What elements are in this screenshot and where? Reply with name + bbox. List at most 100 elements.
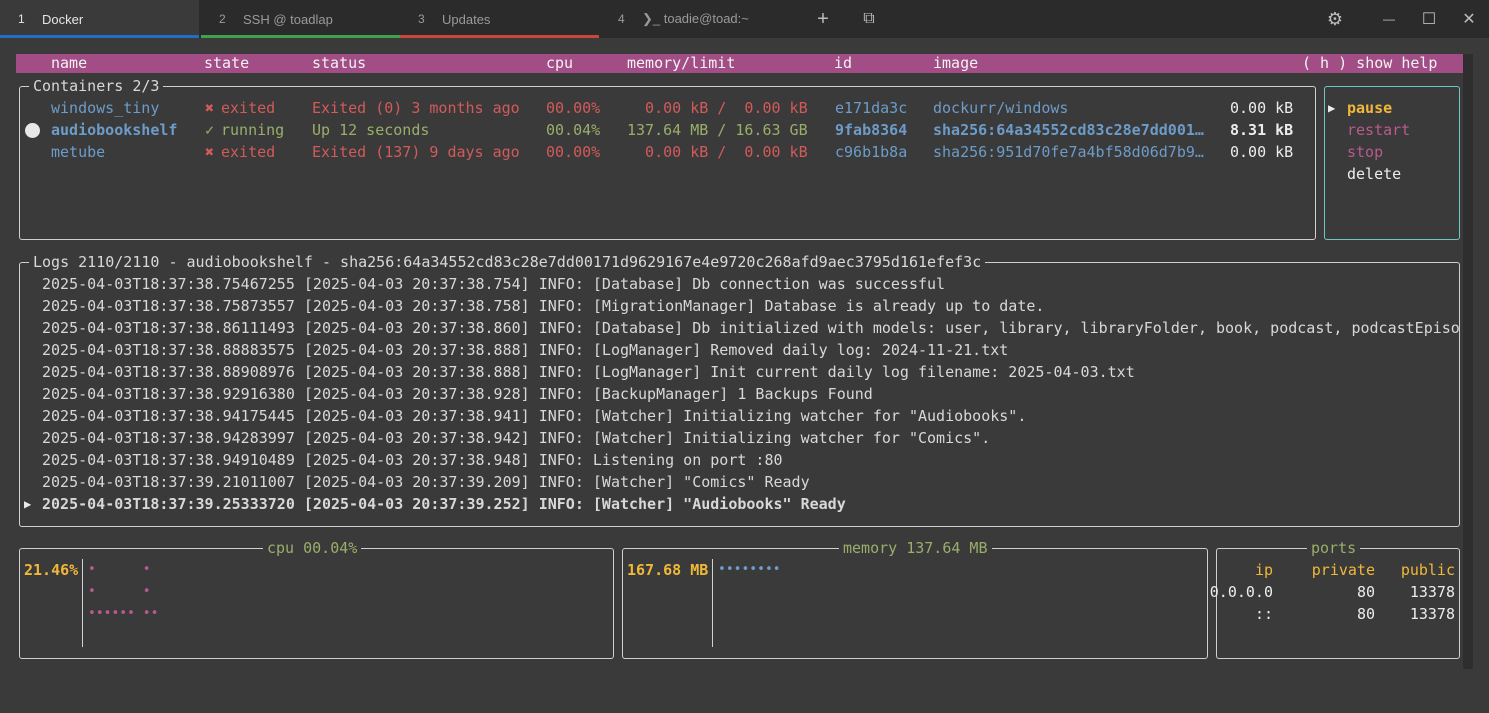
port-ip: 0.0.0.0: [1209, 583, 1273, 601]
container-row[interactable]: metube ✖ exited Exited (137) 9 days ago …: [20, 141, 1315, 163]
memory-graph-axis: [712, 559, 713, 647]
new-tab-button[interactable]: +: [803, 0, 843, 38]
tab-docker[interactable]: 1 Docker: [0, 0, 199, 38]
tab-bar: 1 Docker 2 SSH @ toadlap 3 Updates 4 ❯_ …: [0, 0, 1489, 38]
container-id: e171da3c: [835, 99, 908, 117]
header-id: id: [834, 54, 853, 72]
log-line: 2025-04-03T18:37:38.92916380 [2025-04-03…: [42, 385, 873, 403]
tab-number: 1: [18, 12, 25, 26]
header-name: name: [51, 54, 88, 72]
logs-title: Logs 2110/2110 - audiobookshelf - sha256…: [29, 252, 986, 272]
tab-shell[interactable]: 4 ❯_ toadie@toad:~: [600, 0, 799, 38]
action-delete[interactable]: delete: [1325, 163, 1459, 185]
action-label: restart: [1347, 121, 1411, 139]
container-state: running: [221, 121, 285, 139]
container-status: Up 12 seconds: [312, 121, 430, 139]
tab-label: SSH @ toadlap: [243, 11, 333, 27]
container-cpu: 00.00%: [546, 143, 601, 161]
container-name: windows_tiny: [51, 99, 160, 117]
port-public: 13378: [1409, 583, 1455, 601]
container-image: sha256:951d70fe7a4bf58d06d7b9…: [933, 143, 1204, 161]
minimize-button[interactable]: —: [1369, 0, 1409, 38]
ports-panel: ports ip private public 0.0.0.0 80 13378…: [1210, 538, 1460, 659]
header-cpu: cpu: [546, 54, 574, 72]
action-label: stop: [1347, 143, 1384, 161]
container-state: exited: [221, 99, 276, 117]
container-size: 8.31 kB: [1230, 121, 1294, 139]
port-ip: ::: [1254, 605, 1273, 623]
tab-number: 4: [618, 12, 625, 26]
exited-icon: ✖: [205, 99, 215, 117]
tab-updates[interactable]: 3 Updates: [400, 0, 599, 38]
container-row[interactable]: windows_tiny ✖ exited Exited (0) 3 month…: [20, 97, 1315, 119]
container-row-selected[interactable]: audiobookshelf ✓ running Up 12 seconds 0…: [20, 119, 1315, 141]
ports-header-public: public: [1400, 561, 1455, 579]
port-private: 80: [1356, 605, 1375, 623]
log-line: 2025-04-03T18:37:38.75873557 [2025-04-03…: [42, 297, 1045, 315]
header-status: status: [312, 54, 367, 72]
container-memory: 0.00 kB / 0.00 kB: [627, 99, 808, 117]
tab-label: ❯_ toadie@toad:~: [642, 11, 749, 26]
logs-panel[interactable]: Logs 2110/2110 - audiobookshelf - sha256…: [19, 252, 1460, 527]
ports-header-ip: ip: [1254, 561, 1273, 579]
terminal-scrollbar[interactable]: [1463, 54, 1473, 669]
memory-graph-title: memory 137.64 MB: [839, 538, 992, 558]
log-line-selected: 2025-04-03T18:37:39.25333720 [2025-04-03…: [42, 495, 846, 513]
tab-number: 2: [219, 12, 226, 26]
tab-overview-button[interactable]: ⧉: [849, 0, 889, 38]
container-id: c96b1b8a: [835, 143, 908, 161]
header-memory: memory/limit: [627, 54, 736, 72]
pointer-icon: ▶: [1328, 101, 1336, 115]
close-button[interactable]: ✕: [1449, 0, 1489, 38]
containers-title: Containers 2/3: [29, 76, 164, 96]
log-line: 2025-04-03T18:37:39.21011007 [2025-04-03…: [42, 473, 810, 491]
cpu-graph-title: cpu 00.04%: [263, 538, 362, 558]
plus-icon: +: [817, 7, 829, 30]
containers-panel: Containers 2/3 windows_tiny ✖ exited Exi…: [19, 76, 1316, 240]
log-line: 2025-04-03T18:37:38.94283997 [2025-04-03…: [42, 429, 991, 447]
settings-button[interactable]: ⚙: [1315, 0, 1355, 38]
action-restart[interactable]: restart: [1325, 119, 1459, 141]
terminal[interactable]: name state status cpu memory/limit id im…: [0, 38, 1489, 698]
container-cpu: 00.00%: [546, 99, 601, 117]
tab-overview-icon: ⧉: [863, 10, 875, 27]
close-icon: ✕: [1462, 11, 1476, 28]
container-state: exited: [221, 143, 276, 161]
ports-header-private: private: [1311, 561, 1375, 579]
container-memory: 0.00 kB / 0.00 kB: [627, 143, 808, 161]
actions-panel: ▶ pause restart stop delete: [1324, 86, 1460, 240]
tab-label: Docker: [42, 11, 84, 27]
minimize-icon: —: [1383, 12, 1395, 26]
log-line: 2025-04-03T18:37:38.94175445 [2025-04-03…: [42, 407, 1027, 425]
selection-dot-icon: [25, 123, 40, 138]
exited-icon: ✖: [205, 143, 215, 161]
container-size: 0.00 kB: [1230, 99, 1294, 117]
log-pointer-icon: ▶: [24, 497, 32, 511]
cpu-graph-dots: •••••• ••: [88, 606, 159, 621]
container-name: audiobookshelf: [51, 121, 178, 139]
show-help-hint[interactable]: ( h ) show help: [1302, 54, 1437, 73]
maximize-button[interactable]: ☐: [1409, 0, 1449, 38]
port-row: 0.0.0.0 80 13378: [1210, 581, 1459, 603]
action-stop[interactable]: stop: [1325, 141, 1459, 163]
container-size: 0.00 kB: [1230, 143, 1294, 161]
running-check-icon: ✓: [205, 121, 215, 139]
tab-ssh-toadlap[interactable]: 2 SSH @ toadlap: [201, 0, 400, 38]
container-memory: 137.64 MB / 16.63 GB: [627, 121, 808, 139]
tab-label: Updates: [442, 11, 491, 27]
port-row: :: 80 13378: [1217, 603, 1459, 625]
maximize-icon: ☐: [1421, 11, 1437, 28]
ports-title: ports: [1307, 538, 1361, 558]
action-pause[interactable]: ▶ pause: [1325, 97, 1459, 119]
container-status: Exited (0) 3 months ago: [312, 99, 520, 117]
log-line: 2025-04-03T18:37:38.88883575 [2025-04-03…: [42, 341, 1009, 359]
tab-number: 3: [418, 12, 425, 26]
container-cpu: 00.04%: [546, 121, 601, 139]
column-header: name state status cpu memory/limit id im…: [16, 54, 1464, 73]
memory-graph-panel: memory 137.64 MB 167.68 MB ••••••••: [622, 538, 1208, 659]
container-image: dockurr/windows: [933, 99, 1069, 117]
container-status: Exited (137) 9 days ago: [312, 143, 520, 161]
cpu-graph-dots: • •: [88, 562, 151, 577]
cpu-graph-dots: • •: [88, 584, 151, 599]
cpu-graph-panel: cpu 00.04% 21.46% • • • • •••••• ••: [19, 538, 614, 659]
